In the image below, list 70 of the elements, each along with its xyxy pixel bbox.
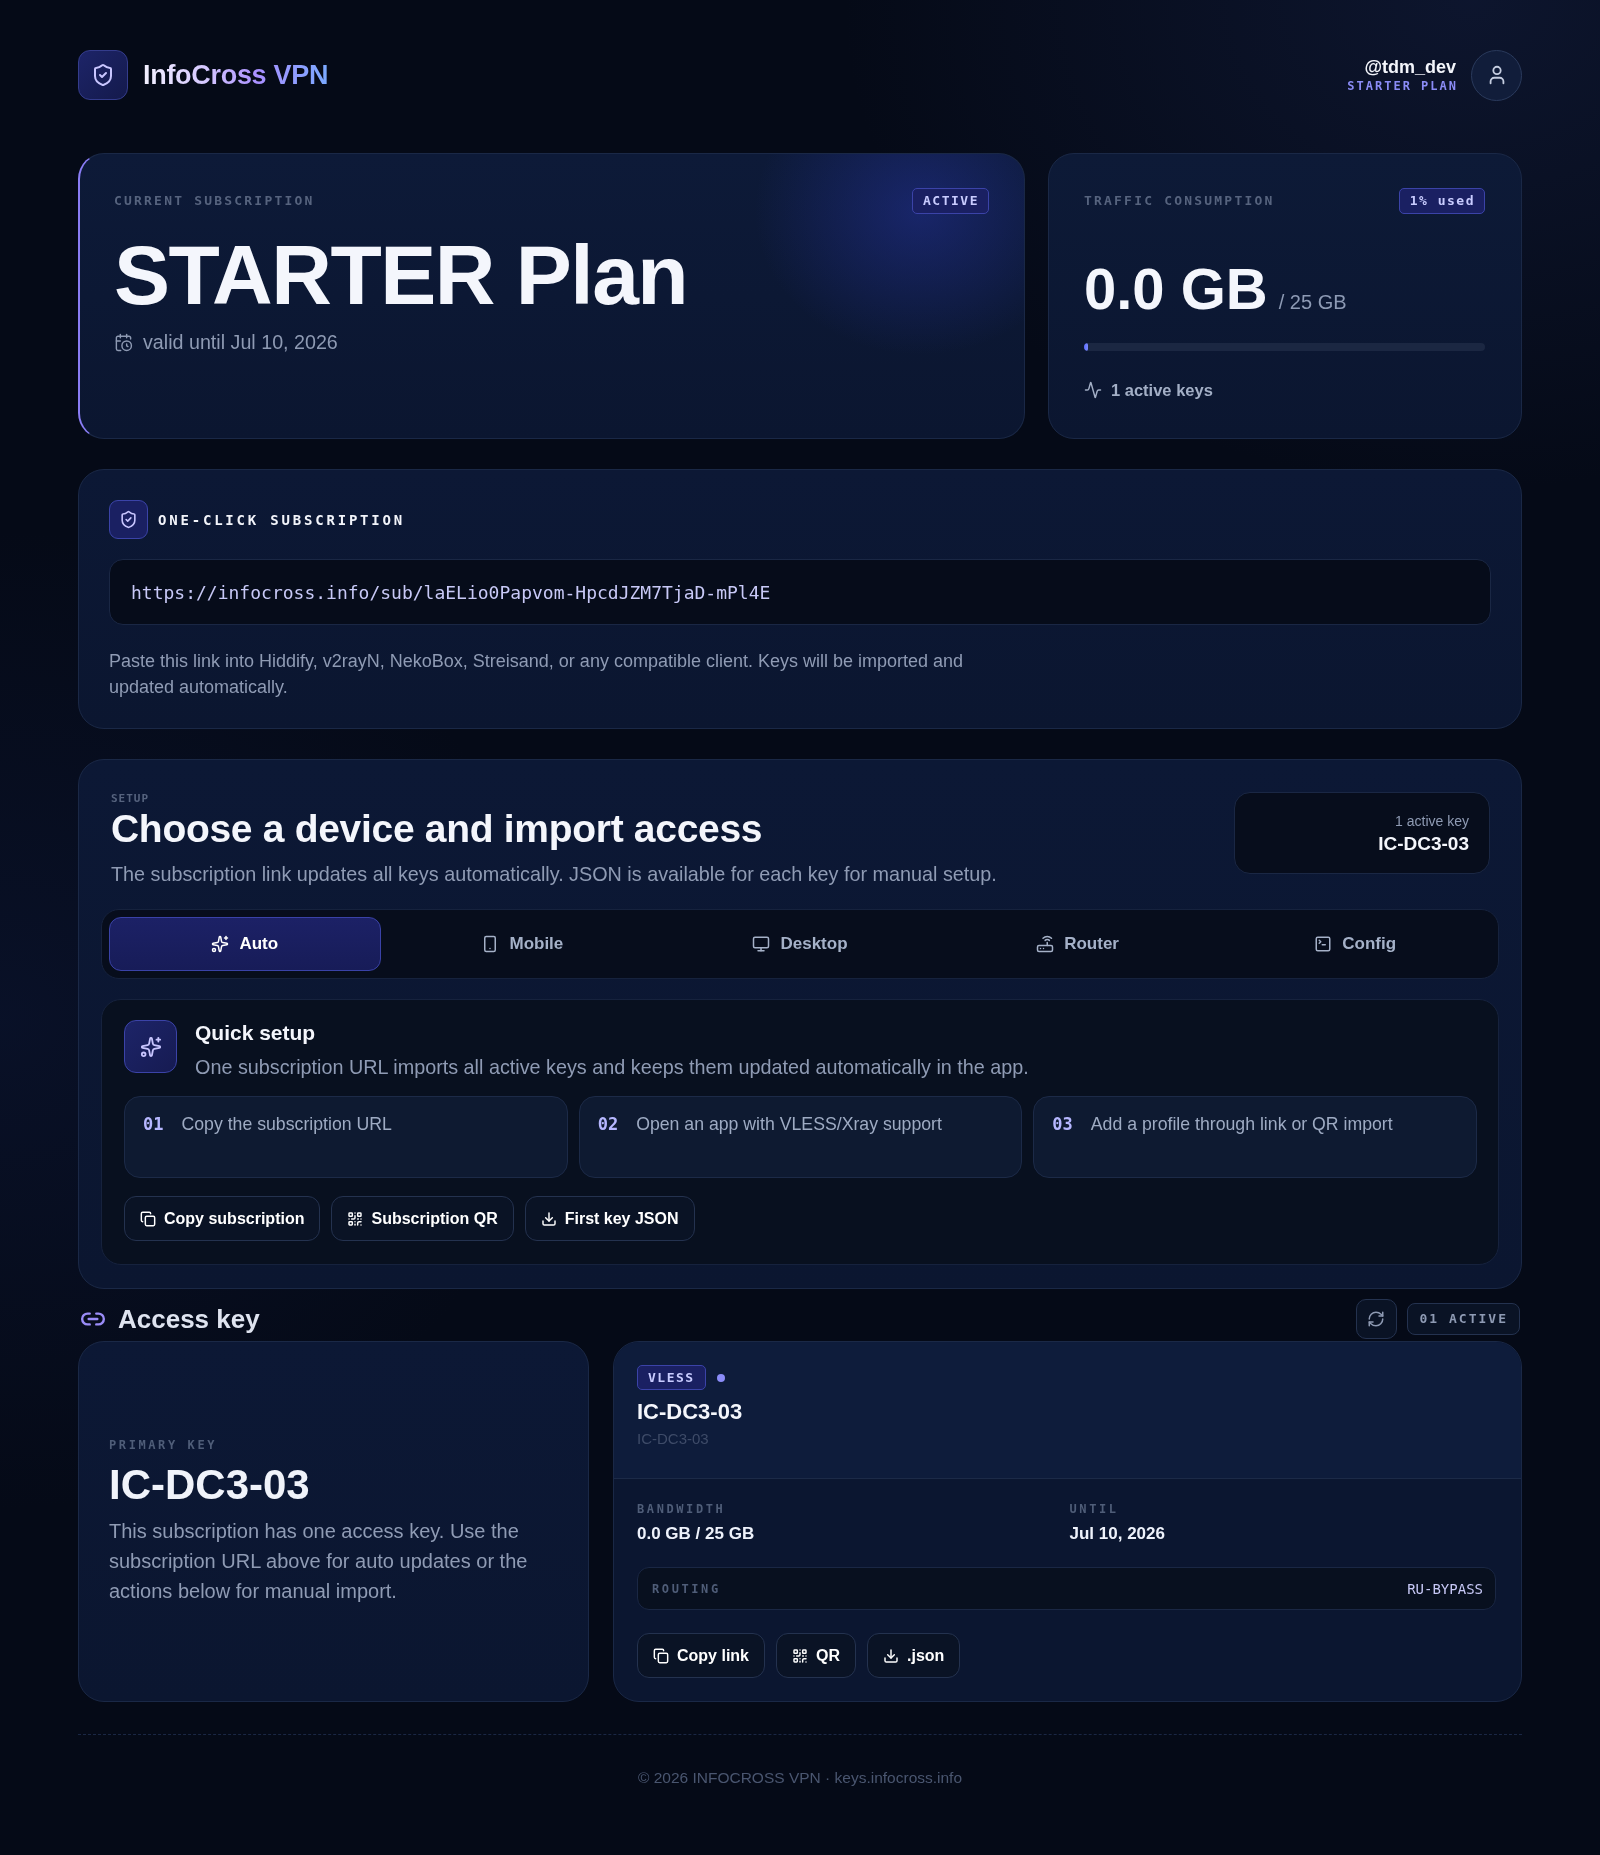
field-label: UNTIL — [1069, 1501, 1120, 1517]
username: @tdm_dev — [1364, 56, 1456, 78]
sparkles-icon — [211, 935, 230, 953]
key-name: IC-DC3-03 — [637, 1399, 744, 1425]
pulse-icon — [1084, 381, 1102, 399]
plan-title: STARTER Plan — [114, 233, 689, 317]
setup-subtitle: The subscription link updates all keys automatically. JSON is available for each key for manual setup. — [111, 862, 997, 887]
download-icon — [540, 1210, 557, 1227]
primary-key-label: PRIMARY KEY — [109, 1436, 219, 1453]
qr-code-icon — [347, 1210, 364, 1227]
shield-check-icon — [78, 50, 128, 100]
download-button[interactable]: First key JSON — [524, 1196, 695, 1241]
refresh-button[interactable] — [1355, 1299, 1397, 1339]
card-label: TRAFFIC CONSUMPTION — [1084, 193, 1275, 209]
device-tab[interactable]: Desktop — [664, 917, 936, 971]
step-text: Add a profile through link or QR import — [1090, 1113, 1393, 1135]
device-tab[interactable]: Auto — [109, 917, 381, 971]
traffic-total: / 25 GB — [1278, 291, 1347, 314]
active-count-badge: 01 ACTIVE — [1406, 1303, 1520, 1335]
active-keys-text: 1 active keys — [1111, 380, 1213, 401]
step-text: Open an app with VLESS/Xray support — [636, 1113, 942, 1135]
download-button[interactable]: .json — [867, 1633, 961, 1678]
section-title: ONE-CLICK SUBSCRIPTION — [158, 511, 406, 528]
valid-until-text: valid until Jul 10, 2026 — [143, 330, 338, 354]
terminal-icon — [1314, 935, 1333, 953]
copy-icon — [653, 1647, 669, 1664]
step-number: 01 — [143, 1113, 164, 1135]
qr-code-button[interactable]: QR — [776, 1633, 856, 1678]
setup-heading: Choose a device and import access — [111, 807, 764, 851]
card-label: CURRENT SUBSCRIPTION — [114, 193, 315, 209]
qr-code-icon — [792, 1647, 808, 1664]
copy-button[interactable]: Copy subscription — [124, 1196, 321, 1241]
download-icon — [883, 1647, 899, 1664]
plan-label: STARTER PLAN — [1347, 78, 1458, 94]
field-value: 0.0 GB / 25 GB — [637, 1523, 756, 1545]
step-number: 03 — [1052, 1113, 1073, 1135]
traffic-used: 0.0 GB — [1084, 260, 1268, 318]
quick-setup-description: One subscription URL imports all active keys and keeps them updated automatically in the app. — [195, 1055, 1029, 1080]
subscription-url-field[interactable]: https://infocross.info/sub/laELio0Papvom-HpcdJZM7TjaD-mPl4E — [109, 559, 1491, 625]
quick-setup-title: Quick setup — [195, 1020, 317, 1046]
sparkles-icon — [124, 1020, 177, 1073]
step-number: 02 — [597, 1113, 619, 1135]
field-value: Jul 10, 2026 — [1069, 1523, 1166, 1545]
protocol-badge: VLESS — [637, 1365, 706, 1390]
copy-icon — [140, 1210, 156, 1227]
usage-badge: 1% used — [1398, 188, 1485, 214]
qr-code-button[interactable]: Subscription QR — [331, 1196, 514, 1241]
primary-key-name: IC-DC3-03 — [109, 1461, 311, 1508]
footer-text: © 2026 INFOCROSS VPN · keys.infocross.info — [636, 1768, 964, 1788]
active-key-value: IC-DC3-03 — [1378, 832, 1469, 856]
routing-value: RU-BYPASS — [1407, 1580, 1483, 1597]
router-icon — [1036, 935, 1055, 953]
refresh-icon — [1367, 1310, 1386, 1328]
shield-check-icon — [109, 500, 148, 539]
monitor-icon — [752, 935, 771, 953]
primary-key-description: This subscription has one access key. Use the subscription URL above for auto updates or the actions below for manual import. — [109, 1518, 529, 1605]
step-text: Copy the subscription URL — [181, 1113, 392, 1135]
section-title: Access key — [118, 1303, 260, 1335]
profile-button[interactable] — [1471, 49, 1522, 101]
routing-label: ROUTING — [652, 1580, 721, 1597]
active-key-label: 1 active key — [1395, 812, 1469, 830]
device-tab[interactable]: Mobile — [386, 917, 659, 971]
device-tab[interactable]: Config — [1219, 917, 1491, 971]
status-badge: ACTIVE — [912, 188, 989, 214]
copy-button[interactable]: Copy link — [637, 1633, 765, 1678]
setup-eyebrow: SETUP — [111, 792, 151, 806]
subscription-note: Paste this link into Hiddify, v2rayN, NekoBox, Streisand, or any compatible client. Keys will be imported and updated automatically. — [109, 650, 965, 700]
device-tab[interactable]: Router — [941, 917, 1214, 971]
field-label: BANDWIDTH — [637, 1501, 727, 1517]
calendar-clock-icon — [114, 332, 133, 352]
